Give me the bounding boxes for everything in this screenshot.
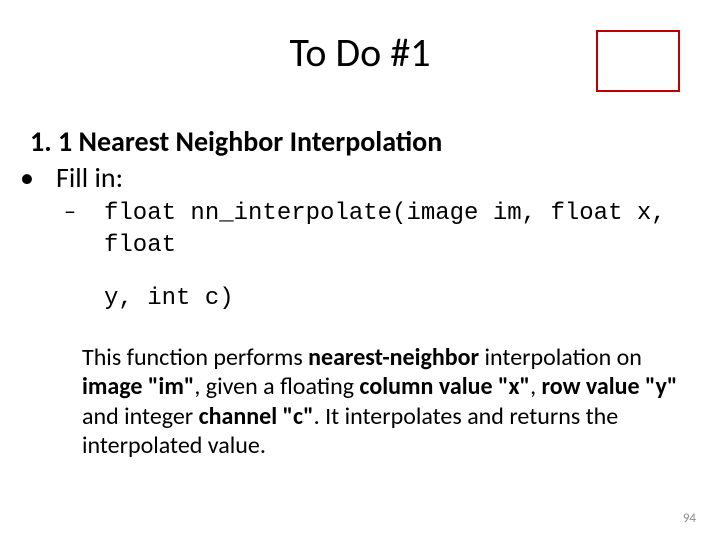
desc-text: and integer [82,402,199,431]
desc-text: This function performs [82,343,308,372]
desc-bold-y: row value "y" [541,372,677,401]
desc-text: interpolation on [479,343,642,372]
desc-text: , [530,372,541,401]
desc-text: , given a floating [194,372,359,401]
desc-bold-c: channel "c" [199,402,314,431]
desc-bold-x: column value "x" [359,372,530,401]
desc-bold-im: image "im" [82,372,194,401]
slide-body: 1. 1 Nearest Neighbor Interpolation Fill… [30,125,684,460]
code-line-2: y, int c) [104,284,684,313]
slide: To Do #1 1. 1 Nearest Neighbor Interpola… [0,0,720,540]
section-heading: 1. 1 Nearest Neighbor Interpolation [30,125,684,159]
code-line-1: float nn_interpolate(image im, float x, … [104,200,666,258]
description-paragraph: This function performs nearest-neighbor … [82,343,684,460]
desc-bold-nn: nearest-neighbor [308,343,479,372]
code-signature: float nn_interpolate(image im, float x, … [104,197,684,260]
bullet-fill-in: Fill in: [56,161,684,195]
page-number: 94 [683,511,696,526]
corner-placeholder-box [596,30,680,92]
